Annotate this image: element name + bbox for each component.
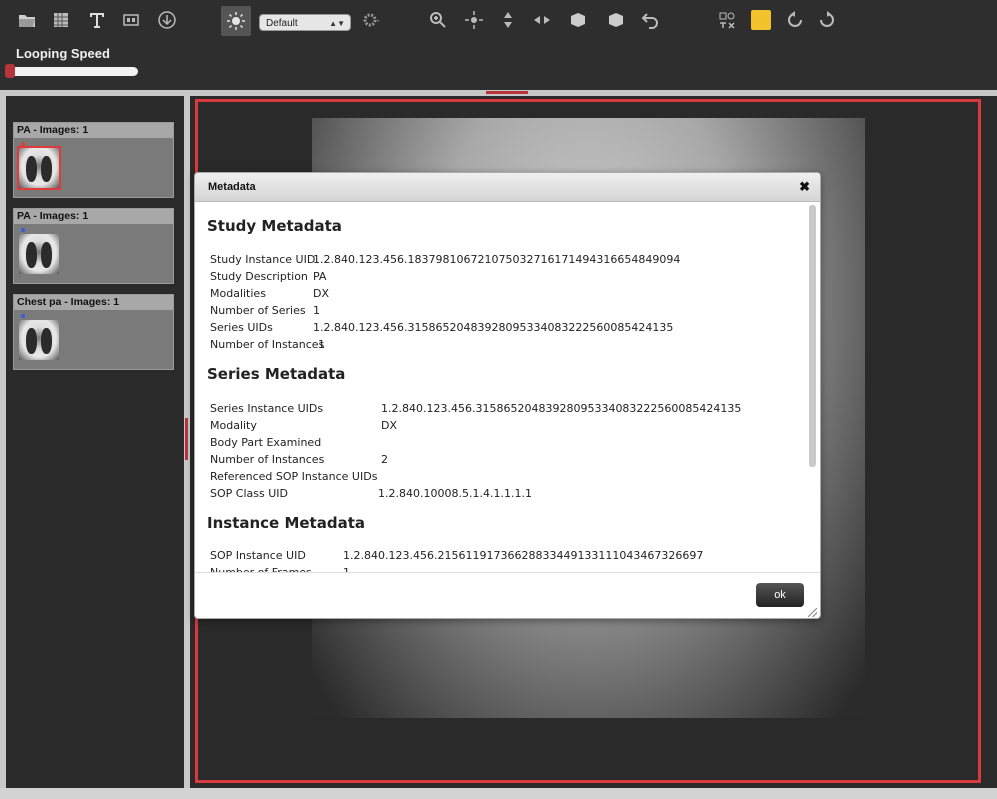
meta-key: SOP Class UID [210,487,288,500]
meta-key: SOP Instance UID [210,549,306,562]
meta-value: DX [313,287,330,300]
resize-grip-icon[interactable] [808,608,817,617]
dialog-footer: ok [195,572,820,620]
series-thumbnail[interactable]: PA - Images: 1 [13,122,174,198]
series-label: Chest pa - Images: 1 [14,295,173,310]
rotate-right-icon[interactable] [605,9,627,31]
settings-gear-icon[interactable] [360,9,382,31]
meta-key: Number of Series [210,304,306,317]
flip-vertical-icon[interactable] [497,9,519,31]
undo-icon[interactable] [640,9,662,31]
metadata-dialog: Metadata ✖ Study Metadata Study Instance… [194,172,821,619]
series-sidebar [6,96,184,788]
meta-key: Referenced SOP Instance UIDs [210,470,378,483]
meta-key: Study Instance UID [210,253,316,266]
study-metadata-heading: Study Metadata [207,217,342,235]
series-metadata-heading: Series Metadata [207,365,346,383]
meta-key: Series Instance UIDs [210,402,324,415]
xray-thumbnail-image[interactable] [17,146,61,190]
meta-value: DX [381,419,398,432]
toolbar: Looping Speed Default ▲▼ [0,0,997,90]
text-annotation-icon[interactable] [86,9,108,31]
looping-speed-slider[interactable] [8,67,138,76]
dialog-header[interactable]: Metadata ✖ [195,173,820,202]
zoom-in-icon[interactable] [427,9,449,31]
looping-speed-handle[interactable] [5,64,15,78]
highlight-icon[interactable] [751,10,771,30]
series-row: Number of Instances 2 [210,453,388,466]
layout-grid-icon[interactable] [50,9,72,31]
splitter-grip[interactable] [486,91,528,94]
preset-select[interactable]: Default ▲▼ [259,14,351,31]
cine-icon[interactable] [716,9,738,31]
looping-speed-label: Looping Speed [16,46,110,61]
status-bar [0,788,997,799]
meta-value: 2 [381,453,388,466]
series-row: SOP Class UID 1.2.840.10008.5.1.4.1.1.1.… [210,487,532,500]
xray-thumbnail-image[interactable] [19,320,59,360]
flip-horizontal-icon[interactable] [531,9,553,31]
study-row: Number of Instances 1 [210,338,325,351]
series-thumbnail[interactable]: Chest pa - Images: 1 [13,294,174,370]
study-row: Study Description PA [210,270,326,283]
select-arrows-icon: ▲▼ [329,19,345,28]
meta-key: Number of Instances [210,453,325,466]
meta-key: Series UIDs [210,321,273,334]
close-icon[interactable]: ✖ [799,179,810,195]
series-indicator-dot [21,142,25,146]
series-label: PA - Images: 1 [14,209,173,224]
meta-value: PA [313,270,327,283]
pan-icon[interactable] [463,9,485,31]
series-thumbnail[interactable]: PA - Images: 1 [13,208,174,284]
reset-icon[interactable] [784,9,806,31]
dialog-scrollbar[interactable] [809,205,816,467]
ok-button[interactable]: ok [756,583,804,607]
meta-value: 1.2.840.123.456.315865204839280953340832… [381,402,742,415]
series-row: Body Part Examined [210,436,321,449]
rotate-left-icon[interactable] [567,9,589,31]
meta-key: Modalities [210,287,266,300]
download-icon[interactable] [156,9,178,31]
series-row: Referenced SOP Instance UIDs [210,470,377,483]
study-row: Study Instance UID 1.2.840.123.456.18379… [210,253,680,266]
meta-key: Modality [210,419,257,432]
open-folder-icon[interactable] [16,9,38,31]
meta-value: 1.2.840.123.456.215611917366288334491331… [343,549,704,562]
dialog-body[interactable]: Study Metadata Study Instance UID 1.2.84… [195,202,808,572]
meta-key: Body Part Examined [210,436,322,449]
series-row: Series Instance UIDs 1.2.840.123.456.315… [210,402,741,415]
meta-value: 1 [313,304,320,317]
instance-metadata-heading: Instance Metadata [207,514,365,532]
vertical-splitter-grip[interactable] [185,418,188,460]
series-row: Modality DX [210,419,397,432]
preset-select-value: Default [266,18,298,29]
xray-thumbnail-image[interactable] [19,234,59,274]
series-indicator-dot [21,228,25,232]
instance-row: SOP Instance UID 1.2.840.123.456.2156119… [210,549,703,562]
meta-value: 1.2.840.123.456.315865204839280953340832… [313,321,674,334]
study-row: Modalities DX [210,287,329,300]
meta-value: 1.2.840.123.456.183798106721075032716171… [313,253,681,266]
study-row: Number of Series 1 [210,304,320,317]
brightness-icon[interactable] [221,6,251,36]
redo-icon[interactable] [816,9,838,31]
study-row: Series UIDs 1.2.840.123.456.315865204839… [210,321,673,334]
meta-value: 1 [318,338,325,351]
meta-key: Number of Instances [210,338,325,351]
meta-key: Study Description [210,270,308,283]
dialog-title: Metadata [208,181,256,193]
series-indicator-dot [21,314,25,318]
series-label: PA - Images: 1 [14,123,173,138]
meta-value: 1.2.840.10008.5.1.4.1.1.1.1 [378,487,532,500]
overlay-icon[interactable] [120,9,142,31]
